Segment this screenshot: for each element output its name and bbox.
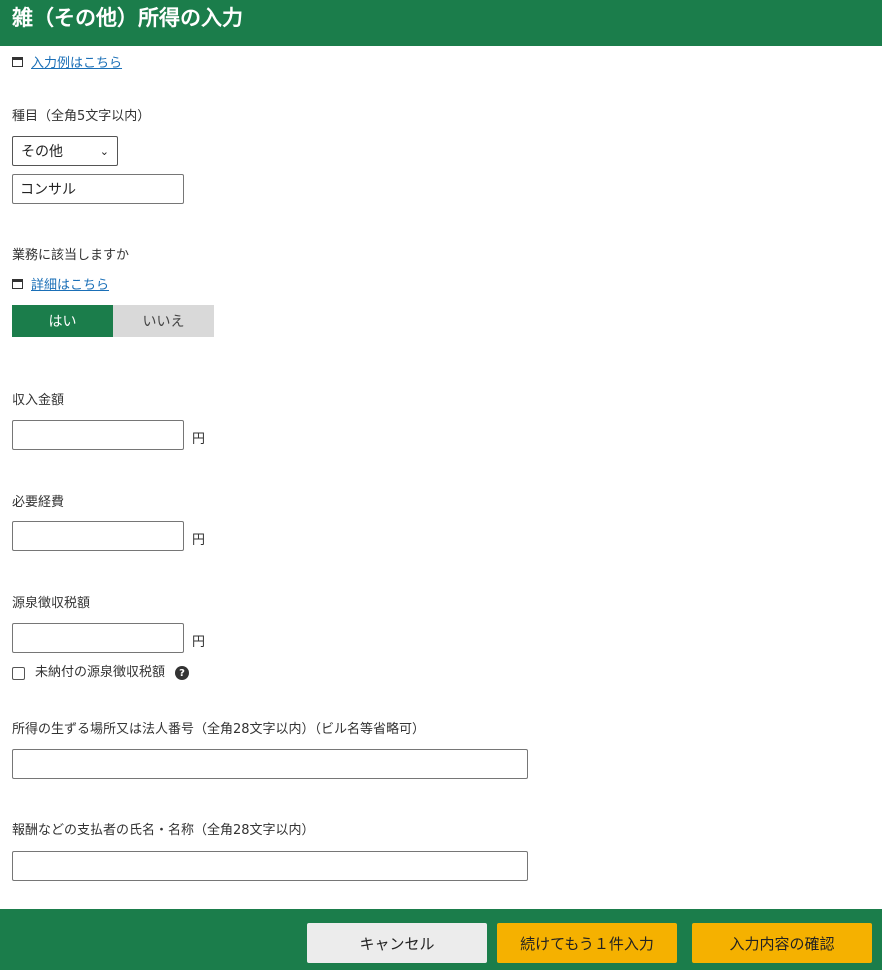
revenue-label: 収入金額 — [12, 393, 65, 408]
example-link[interactable]: 入力例はこちら — [31, 52, 122, 71]
payer-label: 報酬などの支払者の氏名・名称（全角28文字以内） — [12, 823, 315, 838]
category-select-value: その他 — [21, 144, 63, 160]
revenue-input[interactable] — [12, 420, 184, 450]
expenses-label: 必要経費 — [12, 495, 65, 510]
detail-link-row: 詳細はこちら — [12, 274, 109, 293]
page-header: 雑（その他）所得の入力 — [0, 0, 882, 46]
business-yes-button[interactable]: はい — [12, 305, 113, 337]
new-window-icon — [12, 278, 23, 289]
footer-bar: キャンセル 続けてもう１件入力 入力内容の確認 — [0, 909, 882, 970]
location-input[interactable] — [12, 749, 528, 779]
business-no-button[interactable]: いいえ — [113, 305, 214, 337]
continue-button[interactable]: 続けてもう１件入力 — [497, 923, 677, 963]
payer-input[interactable] — [12, 851, 528, 881]
confirm-button[interactable]: 入力内容の確認 — [692, 923, 872, 963]
category-label: 種目（全角5文字以内） — [12, 109, 151, 124]
unpaid-checkbox-label: 未納付の源泉徴収税額 — [35, 665, 166, 680]
expenses-input[interactable] — [12, 521, 184, 551]
page-title: 雑（その他）所得の入力 — [12, 6, 243, 30]
business-toggle: はい いいえ — [12, 305, 214, 337]
withholding-input[interactable] — [12, 623, 184, 653]
unpaid-checkbox[interactable] — [12, 666, 25, 680]
withholding-unit: 円 — [192, 635, 206, 650]
example-link-row: 入力例はこちら — [12, 52, 122, 71]
detail-link[interactable]: 詳細はこちら — [31, 274, 109, 293]
category-text-input[interactable]: コンサル — [12, 174, 184, 204]
help-icon[interactable]: ? — [175, 666, 190, 680]
unpaid-checkbox-row: 未納付の源泉徴収税額 ? — [12, 665, 190, 681]
chevron-down-icon: ⌄ — [99, 144, 109, 158]
category-select[interactable]: その他 ⌄ — [12, 136, 118, 166]
business-label: 業務に該当しますか — [12, 248, 130, 263]
location-label: 所得の生ずる場所又は法人番号（全角28文字以内）（ビル名等省略可） — [12, 722, 426, 737]
withholding-label: 源泉徴収税額 — [12, 596, 91, 611]
new-window-icon — [12, 56, 23, 67]
revenue-unit: 円 — [192, 432, 206, 447]
category-text-value: コンサル — [20, 182, 76, 198]
cancel-button[interactable]: キャンセル — [307, 923, 487, 963]
expenses-unit: 円 — [192, 533, 206, 548]
